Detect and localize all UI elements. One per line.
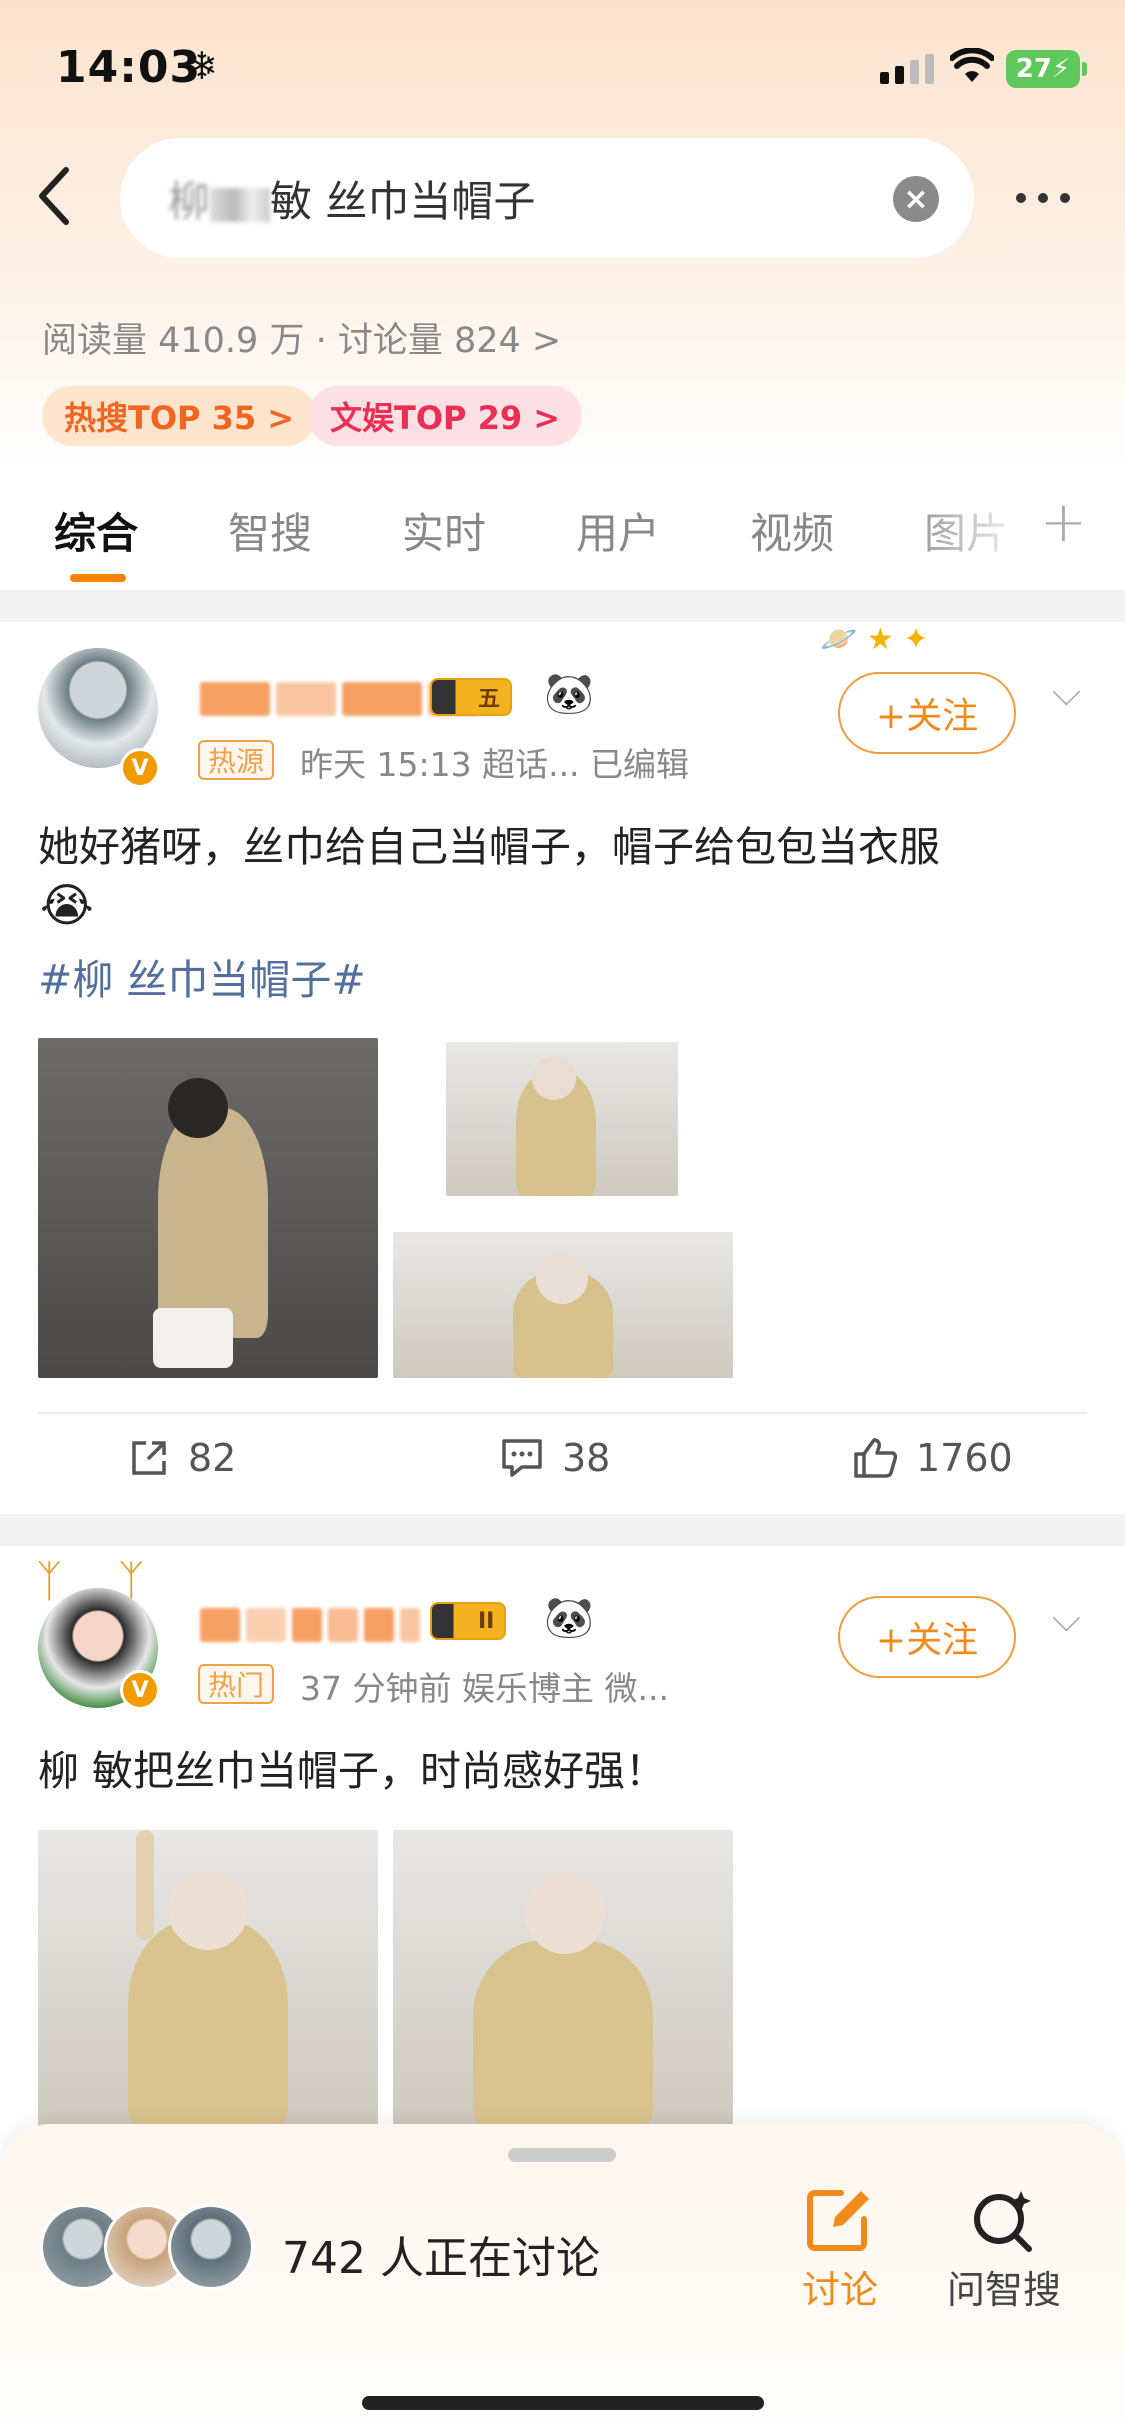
hot-source-tag: 热源	[198, 740, 275, 780]
post-divider	[38, 1412, 1087, 1414]
edit-icon	[807, 2190, 869, 2251]
search-query-text: 敏 丝巾当帽子	[270, 177, 536, 226]
verified-icon: V	[120, 1670, 160, 1710]
cellular-signal-icon	[880, 54, 934, 84]
tab-videos[interactable]: 视频	[750, 500, 834, 561]
share-icon	[132, 1441, 166, 1475]
discuss-label: 讨论	[801, 2268, 878, 2312]
blurred-name	[210, 187, 271, 222]
snowflake-icon: ❄	[186, 44, 218, 88]
hot-tag: 热门	[198, 1664, 275, 1704]
section-separator	[0, 590, 1125, 622]
active-tab-indicator	[70, 574, 126, 582]
entertainment-rank-badge[interactable]: 文娱TOP 29 >	[308, 386, 583, 446]
more-options-icon[interactable]	[1016, 193, 1070, 203]
post-image[interactable]	[446, 1042, 678, 1196]
post-image[interactable]	[393, 1232, 733, 1378]
like-count: 1760	[916, 1436, 1013, 1480]
battery-cap	[1082, 62, 1087, 76]
wifi-icon	[950, 48, 994, 82]
username-blurred[interactable]	[200, 1604, 420, 1646]
post-meta: 37 分钟前 娱乐博主 微...	[300, 1669, 669, 1708]
follow-button[interactable]: +关注	[838, 1596, 1016, 1678]
repost-count: 82	[188, 1436, 237, 1480]
participant-avatar	[168, 2204, 254, 2290]
read-discuss-stats[interactable]: 阅读量 410.9 万 · 讨论量 824 >	[42, 312, 561, 363]
back-arrow-icon[interactable]	[34, 166, 74, 226]
level-badge: II	[430, 1602, 507, 1640]
post-meta: 昨天 15:13 超话... 已编辑	[300, 745, 690, 784]
decoration-stars-icon: 🪐 ★ ✦	[820, 622, 929, 657]
clear-search-icon[interactable]: ×	[893, 176, 939, 222]
hot-search-rank-badge[interactable]: 热搜TOP 35 >	[42, 386, 317, 446]
battery-level: 27	[1015, 54, 1052, 84]
battery-indicator: 27 ⚡	[1006, 50, 1080, 88]
sheet-grab-handle[interactable]	[508, 2148, 616, 2162]
panda-icon: 🐼	[544, 1595, 594, 1641]
ask-smart-search-button[interactable]: 问智搜	[944, 2187, 1064, 2314]
crying-emoji-icon: 😭	[40, 878, 94, 932]
status-time: 14:03	[56, 42, 202, 93]
follow-button[interactable]: +关注	[838, 672, 1016, 754]
search-query-prefix: 柳	[168, 177, 211, 226]
tab-realtime[interactable]: 实时	[402, 500, 486, 561]
discuss-button[interactable]: 讨论	[780, 2187, 900, 2314]
tab-smart-search[interactable]: 智搜	[228, 500, 312, 561]
level-badge: 五	[430, 678, 513, 716]
repost-button[interactable]: 82	[128, 1436, 236, 1480]
add-tab-icon[interactable]: +	[1040, 490, 1087, 555]
ai-search-icon	[974, 2191, 1032, 2252]
comment-count: 38	[562, 1436, 611, 1480]
like-button[interactable]: 1760	[852, 1436, 1013, 1480]
post-image[interactable]	[393, 1830, 733, 2130]
post-text: 她好猪呀，丝巾给自己当帽子，帽子给包包当衣服	[38, 823, 940, 871]
search-query[interactable]: 柳 敏 丝巾当帽子	[168, 168, 535, 229]
ask-label: 问智搜	[946, 2268, 1061, 2312]
post-image[interactable]	[38, 1830, 378, 2130]
verified-icon: V	[120, 748, 160, 788]
post-text: 柳 敏把丝巾当帽子，时尚感好强！	[38, 1747, 667, 1795]
home-indicator[interactable]	[362, 2396, 764, 2410]
post-image[interactable]	[38, 1038, 378, 1378]
thumbs-up-icon	[854, 1438, 898, 1478]
antler-decoration-icon: ᛉ	[36, 1556, 63, 1607]
panda-icon: 🐼	[544, 671, 594, 717]
charging-bolt-icon: ⚡	[1051, 54, 1071, 84]
tab-users[interactable]: 用户	[576, 500, 660, 561]
comment-icon	[502, 1439, 542, 1477]
comment-button[interactable]: 38	[500, 1436, 610, 1480]
tab-comprehensive[interactable]: 综合	[54, 500, 138, 561]
hashtag-link[interactable]: #柳 丝巾当帽子#	[38, 946, 366, 1006]
chevron-down-icon[interactable]: ⌵	[1052, 670, 1081, 715]
discussing-count: 742 人正在讨论	[282, 2233, 600, 2284]
tab-fade	[900, 490, 1030, 560]
section-separator	[0, 1514, 1125, 1546]
chevron-down-icon[interactable]: ⌵	[1052, 1596, 1081, 1641]
